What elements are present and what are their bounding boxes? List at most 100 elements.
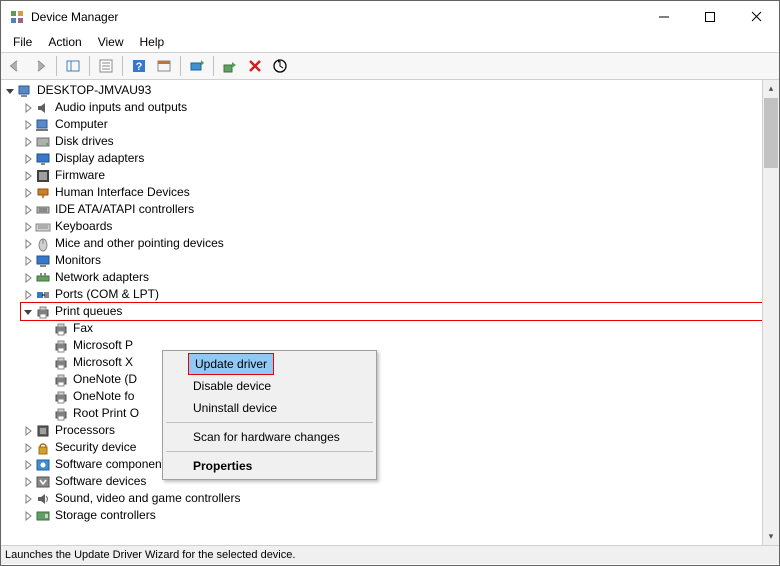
tree-device[interactable]: OneNote fo	[39, 388, 762, 405]
audio-icon	[35, 100, 51, 116]
tree-category[interactable]: Monitors	[21, 252, 762, 269]
monitor-icon	[35, 253, 51, 269]
action-button[interactable]	[152, 54, 176, 78]
context-properties[interactable]: Properties	[165, 455, 374, 477]
expand-spacer	[39, 390, 53, 404]
show-hide-tree-button[interactable]	[61, 54, 85, 78]
expand-spacer	[39, 407, 53, 421]
vertical-scrollbar[interactable]: ▴ ▾	[762, 80, 779, 545]
printer-icon	[53, 355, 69, 371]
context-update-driver[interactable]: Update driver	[189, 354, 273, 374]
maximize-button[interactable]	[687, 1, 733, 32]
printer-icon	[53, 406, 69, 422]
expand-icon[interactable]	[21, 169, 35, 183]
tree-root-node[interactable]: DESKTOP-JMVAU93	[3, 82, 762, 99]
enable-device-button[interactable]	[218, 54, 242, 78]
back-button[interactable]	[3, 54, 27, 78]
tree-category[interactable]: Human Interface Devices	[21, 184, 762, 201]
context-uninstall-device[interactable]: Uninstall device	[165, 397, 374, 419]
context-scan-hardware[interactable]: Scan for hardware changes	[165, 426, 374, 448]
expand-icon[interactable]	[21, 458, 35, 472]
tree-category[interactable]: IDE ATA/ATAPI controllers	[21, 201, 762, 218]
expand-icon[interactable]	[21, 152, 35, 166]
security-icon	[35, 440, 51, 456]
scroll-thumb[interactable]	[764, 98, 778, 168]
tree-category[interactable]: Sound, video and game controllers	[21, 490, 762, 507]
scroll-down-arrow[interactable]: ▾	[763, 528, 779, 545]
expand-icon[interactable]	[21, 424, 35, 438]
tree-device[interactable]: Root Print O	[39, 405, 762, 422]
device-tree[interactable]: DESKTOP-JMVAU93Audio inputs and outputsC…	[1, 80, 762, 545]
expand-icon[interactable]	[21, 254, 35, 268]
tree-device-label: Microsoft P	[71, 337, 135, 354]
tree-category[interactable]: Processors	[21, 422, 762, 439]
tree-category-label: Monitors	[53, 252, 103, 269]
titlebar: Device Manager	[1, 1, 779, 32]
uninstall-button[interactable]	[243, 54, 267, 78]
tree-category[interactable]: Security device	[21, 439, 762, 456]
context-disable-device[interactable]: Disable device	[165, 375, 374, 397]
tree-category[interactable]: Disk drives	[21, 133, 762, 150]
keyboard-icon	[35, 219, 51, 235]
help-button[interactable]: ?	[127, 54, 151, 78]
expand-icon[interactable]	[21, 509, 35, 523]
expand-icon[interactable]	[21, 271, 35, 285]
tree-category[interactable]: Software components	[21, 456, 762, 473]
expand-icon[interactable]	[3, 84, 17, 98]
tree-category[interactable]: Firmware	[21, 167, 762, 184]
tree-category[interactable]: Display adapters	[21, 150, 762, 167]
tree-category[interactable]: Network adapters	[21, 269, 762, 286]
tree-category[interactable]: Mice and other pointing devices	[21, 235, 762, 252]
menu-view[interactable]: View	[90, 33, 132, 51]
tree-category-label: Audio inputs and outputs	[53, 99, 189, 116]
expand-icon[interactable]	[21, 492, 35, 506]
tree-category[interactable]: Ports (COM & LPT)	[21, 286, 762, 303]
toolbar: ?	[1, 52, 779, 80]
tree-device-label: Root Print O	[71, 405, 141, 422]
expand-icon[interactable]	[21, 203, 35, 217]
properties-button[interactable]	[94, 54, 118, 78]
expand-icon[interactable]	[21, 475, 35, 489]
tree-category-label: Print queues	[53, 303, 124, 320]
printer-icon	[53, 389, 69, 405]
svg-text:?: ?	[136, 61, 143, 73]
forward-button[interactable]	[28, 54, 52, 78]
tree-device[interactable]: OneNote (D	[39, 371, 762, 388]
expand-icon[interactable]	[21, 101, 35, 115]
tree-category[interactable]: Print queues	[21, 303, 762, 320]
menu-action[interactable]: Action	[40, 33, 89, 51]
tree-category[interactable]: Software devices	[21, 473, 762, 490]
tree-device[interactable]: Microsoft P	[39, 337, 762, 354]
menu-file[interactable]: File	[5, 33, 40, 51]
display-icon	[35, 151, 51, 167]
expand-icon[interactable]	[21, 118, 35, 132]
tree-device[interactable]: Fax	[39, 320, 762, 337]
statusbar-text: Launches the Update Driver Wizard for th…	[5, 549, 295, 561]
tree-category-label: Storage controllers	[53, 507, 158, 524]
app-icon	[9, 9, 25, 25]
update-driver-button[interactable]	[185, 54, 209, 78]
expand-icon[interactable]	[21, 288, 35, 302]
processor-icon	[35, 423, 51, 439]
context-menu: Update driver Disable device Uninstall d…	[162, 350, 377, 480]
minimize-button[interactable]	[641, 1, 687, 32]
expand-icon[interactable]	[21, 237, 35, 251]
tree-category[interactable]: Audio inputs and outputs	[21, 99, 762, 116]
expand-icon[interactable]	[21, 135, 35, 149]
close-button[interactable]	[733, 1, 779, 32]
printer-icon	[53, 372, 69, 388]
tree-category[interactable]: Computer	[21, 116, 762, 133]
expand-icon[interactable]	[21, 441, 35, 455]
tree-device[interactable]: Microsoft X	[39, 354, 762, 371]
scroll-up-arrow[interactable]: ▴	[763, 80, 779, 97]
tree-category[interactable]: Storage controllers	[21, 507, 762, 524]
expand-icon[interactable]	[21, 220, 35, 234]
printer-icon	[35, 304, 51, 320]
tree-category[interactable]: Keyboards	[21, 218, 762, 235]
expand-icon[interactable]	[21, 186, 35, 200]
expand-icon[interactable]	[21, 305, 35, 319]
tree-category-label: Computer	[53, 116, 110, 133]
menu-help[interactable]: Help	[132, 33, 173, 51]
scan-hardware-button[interactable]	[268, 54, 292, 78]
tree-category-label: Software devices	[53, 473, 148, 490]
